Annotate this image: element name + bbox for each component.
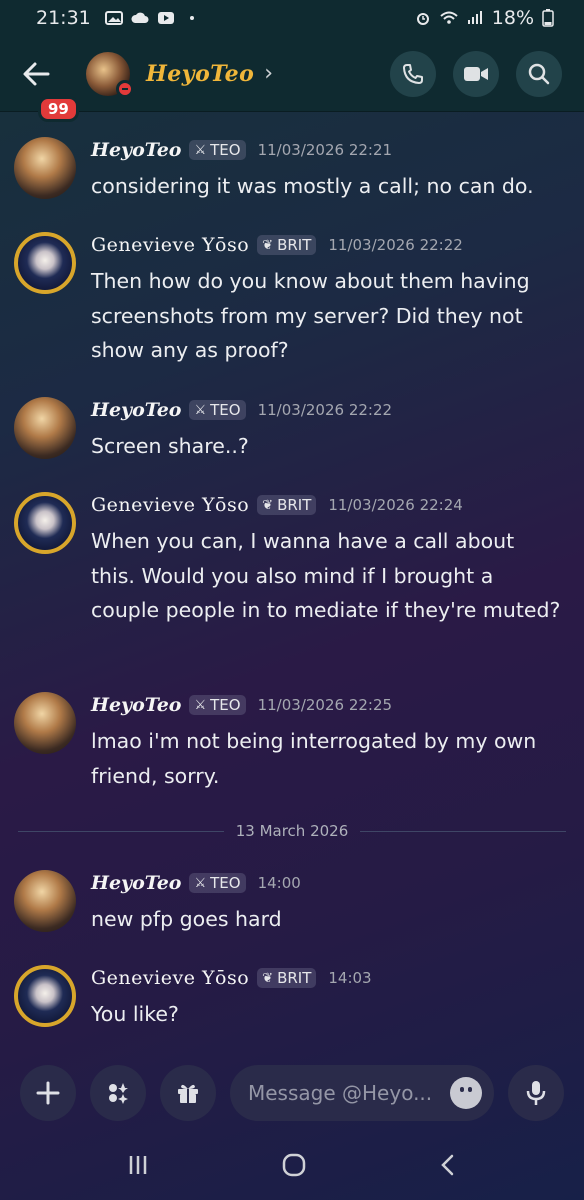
dot-icon (189, 16, 194, 20)
message-header: HeyoTeo ⚔ TEO 11/03/2026 22:22 (91, 393, 392, 427)
server-tag[interactable]: ⚔ TEO (189, 873, 246, 893)
shell-icon: ❦ (262, 497, 274, 513)
message-input[interactable]: Message @Heyo... (230, 1065, 494, 1121)
header-title[interactable]: HeyoTeo (146, 61, 254, 87)
image-icon (104, 11, 123, 25)
timestamp: 11/03/2026 22:21 (257, 141, 393, 159)
divider-line (360, 830, 566, 832)
timestamp: 11/03/2026 22:22 (257, 401, 393, 419)
shell-icon: ❦ (262, 237, 274, 253)
emoji-icon[interactable] (450, 1077, 482, 1109)
timestamp: 14:03 (328, 969, 372, 987)
chevron-right-icon[interactable]: › (264, 61, 273, 86)
message-text: Then how do you know about them having s… (91, 269, 530, 362)
arrow-left-icon (23, 62, 50, 85)
add-attachment-button[interactable] (20, 1065, 76, 1121)
message-header: Genevieve Yōso ❦ BRIT 11/03/2026 22:22 (91, 228, 463, 262)
battery-percent: 18% (491, 7, 534, 29)
back-button[interactable]: 99 (22, 54, 79, 122)
status-time: 21:31 (36, 7, 91, 29)
username[interactable]: HeyoTeo (91, 872, 181, 894)
message-text: Screen share..? (91, 434, 249, 458)
divider-line (18, 830, 224, 832)
alarm-icon (416, 13, 429, 25)
sword-icon: ⚔ (194, 875, 207, 891)
timestamp: 11/03/2026 22:25 (257, 696, 393, 714)
header-avatar[interactable] (86, 51, 134, 98)
sword-icon: ⚔ (194, 142, 207, 158)
call-icon (403, 63, 423, 84)
avatar[interactable] (14, 232, 76, 294)
avatar[interactable] (14, 692, 76, 754)
message-text: You like? (91, 1002, 179, 1026)
message-text: new pfp goes hard (91, 907, 282, 931)
timestamp: 11/03/2026 22:24 (328, 496, 463, 514)
username[interactable]: HeyoTeo (91, 139, 181, 161)
message-header: HeyoTeo ⚔ TEO 11/03/2026 22:21 (91, 133, 392, 167)
voice-call-button[interactable] (390, 50, 436, 97)
sword-icon: ⚔ (194, 402, 207, 418)
date-divider: 13 March 2026 (18, 821, 566, 841)
message-text: considering it was mostly a call; no can… (91, 174, 534, 198)
apps-icon (109, 1083, 128, 1104)
avatar[interactable] (14, 965, 76, 1027)
message-header: HeyoTeo ⚔ TEO 11/03/2026 22:25 (91, 688, 392, 722)
microphone-icon (526, 1081, 546, 1105)
timestamp: 11/03/2026 22:22 (328, 236, 463, 254)
avatar[interactable] (14, 137, 76, 199)
username[interactable]: HeyoTeo (91, 694, 181, 716)
status-right: 18% (414, 7, 554, 29)
shell-icon: ❦ (262, 970, 274, 986)
message-text: When you can, I wanna have a call about … (91, 529, 561, 622)
dnd-status-icon (116, 79, 134, 98)
username[interactable]: Genevieve Yōso (91, 967, 249, 989)
plus-icon (36, 1081, 60, 1105)
server-tag[interactable]: ⚔ TEO (189, 695, 246, 715)
cloud-icon (131, 12, 149, 23)
avatar[interactable] (14, 397, 76, 459)
message-input-placeholder: Message @Heyo... (248, 1081, 433, 1105)
message-list[interactable]: HeyoTeo ⚔ TEO 11/03/2026 22:21 considerin… (0, 113, 584, 1060)
server-tag[interactable]: ❦ BRIT (257, 968, 317, 988)
battery-icon (542, 9, 554, 27)
video-icon (464, 66, 488, 81)
chat-header: 99 HeyoTeo › (0, 36, 584, 122)
avatar[interactable] (14, 870, 76, 932)
username[interactable]: HeyoTeo (91, 399, 181, 421)
video-call-button[interactable] (453, 50, 499, 97)
message-header: HeyoTeo ⚔ TEO 14:00 (91, 866, 301, 900)
voice-message-button[interactable] (508, 1065, 564, 1121)
message-header: Genevieve Yōso ❦ BRIT 14:03 (91, 961, 372, 995)
server-tag[interactable]: ❦ BRIT (257, 495, 317, 515)
server-tag[interactable]: ❦ BRIT (257, 235, 317, 255)
timestamp: 14:00 (257, 874, 301, 892)
message-header: Genevieve Yōso ❦ BRIT 11/03/2026 22:24 (91, 488, 463, 522)
system-navbar (0, 1130, 584, 1200)
gift-button[interactable] (160, 1065, 216, 1121)
server-tag[interactable]: ⚔ TEO (189, 400, 246, 420)
recents-icon[interactable] (126, 1153, 150, 1177)
youtube-icon (157, 12, 174, 24)
message-composer: Message @Heyo... (0, 1060, 584, 1126)
wifi-icon (440, 11, 458, 24)
search-icon (528, 63, 550, 84)
apps-button[interactable] (90, 1065, 146, 1121)
signal-icon (467, 11, 482, 24)
gift-icon (178, 1084, 198, 1103)
home-icon[interactable] (281, 1152, 307, 1178)
username[interactable]: Genevieve Yōso (91, 234, 249, 256)
date-divider-label: 13 March 2026 (235, 822, 349, 840)
sword-icon: ⚔ (194, 697, 207, 713)
status-left-icons (104, 11, 201, 25)
avatar[interactable] (14, 492, 76, 554)
message-text: lmao i'm not being interrogated by my ow… (91, 729, 537, 788)
header-actions (390, 50, 562, 97)
username[interactable]: Genevieve Yōso (91, 494, 249, 516)
server-tag[interactable]: ⚔ TEO (189, 140, 246, 160)
back-nav-icon[interactable] (438, 1153, 458, 1177)
status-bar: 21:31 18% (0, 0, 584, 36)
search-button[interactable] (516, 50, 562, 97)
